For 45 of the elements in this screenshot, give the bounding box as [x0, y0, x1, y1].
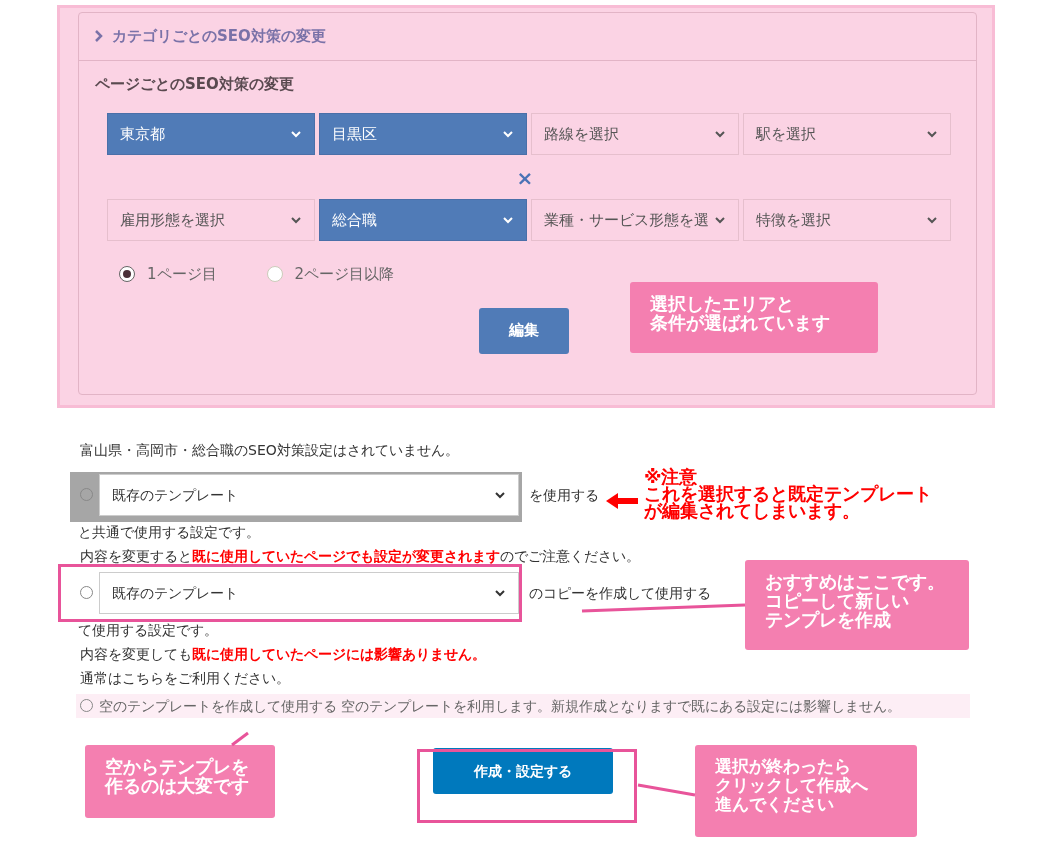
- caret-icon: [926, 130, 938, 138]
- option-text: のコピーを作成して使用する: [529, 583, 711, 603]
- option-text: を使用する: [529, 485, 599, 505]
- leader-line: [637, 783, 696, 797]
- dropdown[interactable]: 雇用形態を選択: [107, 199, 315, 241]
- callout-note: おすすめはここです。 コピーして新しい テンプレを作成: [745, 560, 969, 650]
- dropdown[interactable]: 路線を選択: [531, 113, 739, 155]
- caret-icon: [494, 490, 506, 499]
- leader-line: [231, 731, 249, 747]
- section-title: ページごとのSEO対策の変更: [95, 73, 295, 95]
- option-text: と共通で使用する設定です。: [78, 522, 260, 542]
- radio-option[interactable]: 2ページ目以降: [266, 263, 395, 286]
- option-row[interactable]: 空のテンプレートを作成して使用する 空のテンプレートを利用します。新規作成となりますで既にある設定には影響しません。: [76, 693, 970, 718]
- dropdown[interactable]: 業種・サービス形態を選: [531, 199, 739, 241]
- caret-icon: [502, 216, 514, 224]
- dropdown[interactable]: 特徴を選択: [743, 199, 951, 241]
- radio-option[interactable]: 1ページ目: [119, 263, 217, 286]
- callout-note: 選択したエリアと 条件が選ばれています: [630, 282, 878, 353]
- caret-icon: [290, 216, 302, 224]
- dropdown[interactable]: 目黒区: [319, 113, 527, 155]
- arrow-icon: [606, 492, 638, 509]
- notice-text: 富山県・高岡市・総合職のSEO対策設定はされていません。: [80, 440, 460, 460]
- cross-sign: ×: [516, 166, 534, 190]
- caret-icon: [290, 130, 302, 138]
- option-note: 通常はこちらをご利用ください。: [80, 668, 290, 688]
- option-text: 空のテンプレートを作成して使用する 空のテンプレートを利用します。新規作成となりますで既にある設定には影響しません。: [99, 697, 902, 714]
- template-dropdown[interactable]: 既存のテンプレート: [99, 473, 519, 516]
- warning-note: ※注意 これを選択すると既定テンプレート が編集されてしまいます。: [644, 468, 932, 519]
- caret-icon: [926, 216, 938, 224]
- create-button[interactable]: 作成・設定する: [433, 747, 613, 794]
- caret-icon: [714, 130, 726, 138]
- callout-note: 空からテンプレを 作るのは大変です: [85, 745, 275, 818]
- edit-button[interactable]: 編集: [479, 307, 569, 354]
- dropdown[interactable]: 駅を選択: [743, 113, 951, 155]
- option-note: 内容を変更すると既に使用していたページでも設定が変更されますのでご注意ください。: [80, 546, 640, 566]
- dropdown[interactable]: 東京都: [107, 113, 315, 155]
- callout-note: 選択が終わったら クリックして作成へ 進んでください: [695, 745, 917, 837]
- caret-icon: [714, 216, 726, 224]
- dropdown[interactable]: 総合職: [319, 199, 527, 241]
- template-dropdown[interactable]: 既存のテンプレート: [99, 571, 519, 614]
- caret-icon: [502, 130, 514, 138]
- option-text: て使用する設定です。: [78, 620, 218, 640]
- accordion-header[interactable]: カテゴリごとのSEO対策の変更: [79, 13, 976, 61]
- caret-icon: [494, 588, 506, 597]
- option-note: 内容を変更しても既に使用していたページには影響ありません。: [80, 644, 486, 664]
